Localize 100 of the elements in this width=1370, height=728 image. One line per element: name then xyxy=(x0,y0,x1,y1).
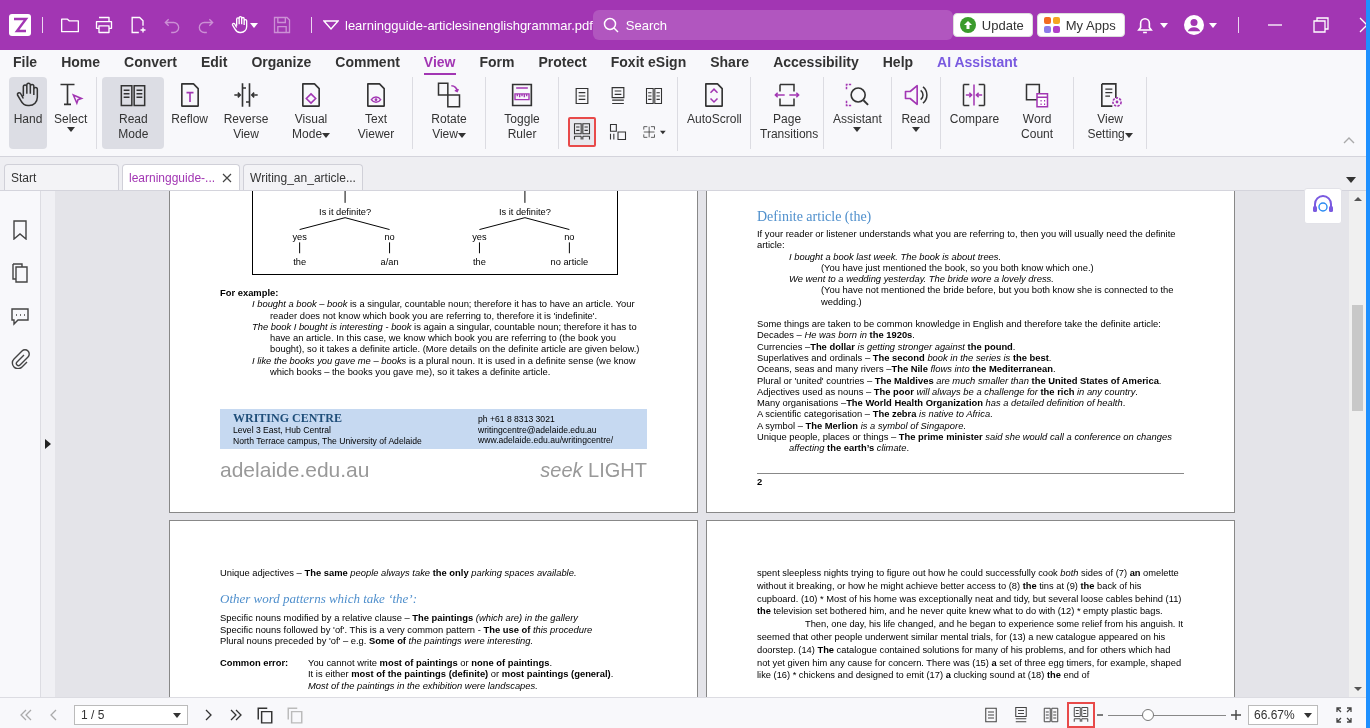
ribbon-button[interactable]: Hand xyxy=(9,77,47,149)
note-text: (You have not mentioned the bride before, but you both know she is connected to the wedding.) xyxy=(820,284,1175,308)
diagram-question: Is it definite? xyxy=(319,206,372,217)
caret-icon xyxy=(1159,22,1168,28)
view-layout-button[interactable] xyxy=(568,117,597,147)
apps-button[interactable]: My Apps xyxy=(1036,13,1125,37)
slider-thumb[interactable] xyxy=(1142,709,1155,721)
caret-icon xyxy=(322,133,331,138)
document-tab[interactable]: Writing_an_article... xyxy=(243,164,363,190)
caret-icon xyxy=(853,127,862,132)
menu-tab[interactable]: Home xyxy=(61,51,101,75)
single-page-icon xyxy=(982,706,1000,724)
caret-icon xyxy=(660,129,667,135)
menu-tab[interactable]: Share xyxy=(710,51,750,75)
caret-icon xyxy=(1304,712,1312,718)
text-line: A symbol – The Merlion is a symbol of Singapore. xyxy=(757,419,967,432)
text-line: If your reader or listener understands what you are referring to, then you will usually need the definite article: xyxy=(757,228,1177,251)
save-icon xyxy=(272,15,292,35)
contact-line: www.adelaide.edu.au/writingcentre/ xyxy=(478,435,614,446)
ribbon-button[interactable]: Rotate View xyxy=(418,77,481,149)
text-line: Unique adjectives – The same people always take the only parking spaces available. xyxy=(220,567,578,579)
menu-tab[interactable]: Comment xyxy=(335,51,400,75)
paragraph: Then, one day, his life changed, and he began to experience some relief from his anguish. It seemed that other people underwent similar mental trials, for (13) a new catalogue appeared on his doorstep. (14) The catalogue contained solutions for many of his problems, and for others which had not yet given him any cause for concern. There was (15) a set of three egg timers, for example, shaped like (16) * chickens and designed to emit (17) a clucking sound at (18) the end of xyxy=(757,618,1184,683)
page-transition-icon xyxy=(773,81,802,109)
double-chevron-right-icon xyxy=(228,707,244,723)
text-line: Oceans, seas and many rivers –The Nile flows into the Mediterranean. xyxy=(757,363,1057,375)
diagram-answer: yes xyxy=(292,232,307,243)
slogan-text: seek LIGHT xyxy=(540,459,647,483)
ribbon-button[interactable]: Reflow xyxy=(167,77,213,149)
expand-arrow-icon xyxy=(44,439,52,449)
zoom-in-icon xyxy=(1230,709,1242,721)
ribbon-button[interactable]: Select xyxy=(50,77,92,149)
text-line: Currencies –The dollar is getting stronger against the pound. xyxy=(757,340,1017,352)
menu-tab[interactable]: Foxit eSign xyxy=(610,51,687,75)
menu-tab[interactable]: Accessibility xyxy=(773,51,859,75)
ribbon-button[interactable]: View Setting xyxy=(1079,77,1142,149)
ribbon-button[interactable]: Visual Mode xyxy=(280,77,343,149)
fullscreen-icon xyxy=(1336,707,1352,723)
scrollbar-thumb[interactable] xyxy=(1352,305,1363,411)
address-line: North Terrace campus, The University of Adelaide xyxy=(233,435,423,447)
menu-tab[interactable]: Protect xyxy=(538,51,587,75)
example-sentence: Most of the paintings in the exhibition were landscapes. xyxy=(308,679,539,692)
menu-tab[interactable]: Convert xyxy=(124,51,177,75)
website-text: adelaide.edu.au xyxy=(220,458,370,483)
ribbon-button[interactable]: Toggle Ruler xyxy=(491,77,554,149)
document-tab[interactable]: Start xyxy=(4,164,119,190)
menu-tab[interactable]: Edit xyxy=(200,51,228,75)
page-number-field[interactable]: 1 / 5 xyxy=(74,705,188,725)
reverse-view-icon xyxy=(232,81,261,109)
example-text: I bought a book – book is a singular, countable noun; therefore it has to have an article. Your reader does not know which book you are referring to, therefore it is 'indefinite'. xyxy=(251,298,636,321)
minimize-icon xyxy=(1266,24,1283,26)
close-icon xyxy=(221,171,234,184)
upload-icon xyxy=(959,17,976,33)
two-page-scroll-icon xyxy=(572,122,593,142)
ribbon-button[interactable]: Word Count xyxy=(1006,77,1069,149)
ribbon-button[interactable]: Compare xyxy=(945,77,1004,149)
ai-assistant-button[interactable] xyxy=(1304,188,1342,224)
menu-tab[interactable]: AI Assistant xyxy=(937,51,1018,75)
diagram-question: Is it definite? xyxy=(498,206,551,217)
caret-icon xyxy=(1124,133,1133,138)
text-line: Unique people, places or things – The prime minister said she would call a conference on changes affecting the earth’s climate. xyxy=(757,431,1173,454)
ribbon-button[interactable]: Read xyxy=(896,77,935,149)
section-heading: Other word patterns which take ‘the’: xyxy=(220,590,418,609)
ribbon-button[interactable]: Assistant xyxy=(829,77,886,149)
text-line: A scientific categorisation – The zebra is native to Africa. xyxy=(757,408,994,420)
ribbon-button[interactable]: Reverse View xyxy=(215,77,278,149)
caret-icon xyxy=(173,712,181,718)
page-view-button[interactable] xyxy=(1067,702,1095,728)
ribbon-button[interactable]: Read Mode xyxy=(102,77,165,149)
scroll-down-icon xyxy=(1352,685,1363,693)
example-sentence: We went to a wedding yesterday. The bride wore a lovely dress. xyxy=(788,273,1055,285)
menu-tab[interactable]: View xyxy=(423,51,456,75)
label-text: Common error: xyxy=(220,657,290,671)
update-button[interactable]: Update xyxy=(952,13,1033,37)
user-avatar-icon xyxy=(1183,15,1204,35)
menu-tab[interactable]: Help xyxy=(882,51,914,75)
example-sentence: I bought a book last week. The book is about trees. xyxy=(788,250,1003,262)
app-logo[interactable] xyxy=(9,14,31,36)
ribbon-button[interactable]: AutoScroll xyxy=(683,77,746,149)
ribbon-button[interactable]: Page Transitions xyxy=(756,77,819,149)
diagram-result: the xyxy=(293,257,307,268)
diagram-answer: yes xyxy=(472,232,487,243)
address-line: Level 3 East, Hub Central xyxy=(233,425,332,436)
page-number: 2 xyxy=(757,475,764,487)
document-tab[interactable]: learningguide-... xyxy=(122,164,241,190)
text-line: Many organisations –The World Health Organization has a detailed definition of health. xyxy=(757,397,1127,409)
zoom-field[interactable]: 66.67% xyxy=(1248,705,1318,725)
two-page-scroll-icon xyxy=(1072,706,1090,724)
note-text: (You have just mentioned the book, so you both know which one.) xyxy=(821,261,1095,274)
ribbon-button[interactable]: Text Viewer xyxy=(345,77,408,149)
overlapping-pages-icon xyxy=(286,706,304,724)
menu-tab[interactable]: Form xyxy=(479,51,515,75)
paragraph: Some things are taken to be common knowledge in English and therefore take the definite article: xyxy=(757,318,1162,330)
two-page-icon xyxy=(1042,706,1060,724)
menu-tab[interactable]: Organize xyxy=(251,51,312,75)
bookmark-icon xyxy=(10,220,30,240)
caret-icon xyxy=(1208,22,1217,28)
menu-tab[interactable]: File xyxy=(13,51,38,75)
diagram-answer: no xyxy=(564,232,575,243)
example-text: The book I bought is interesting - book is again a singular, countable noun; therefore it has to have an article. In this case, we know which book you are referring to (the book you bought), so it takes a definite article. (More details on the definite article are given below.) xyxy=(251,320,641,355)
